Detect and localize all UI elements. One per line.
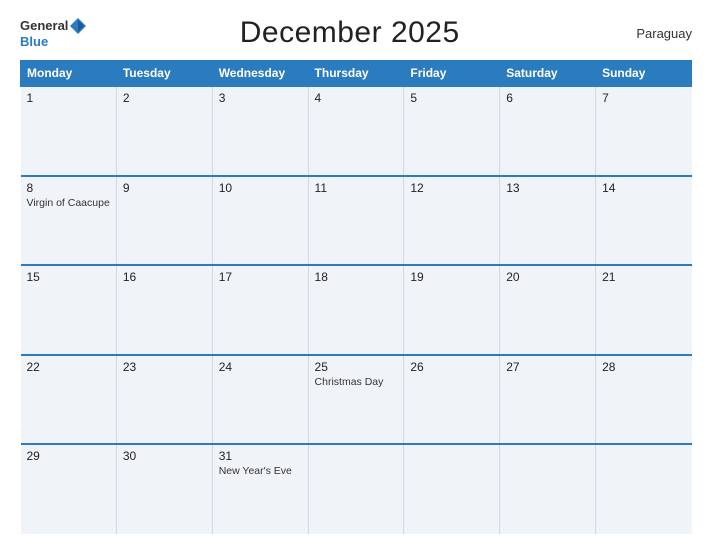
calendar-header-row: Monday Tuesday Wednesday Thursday Friday… <box>21 61 692 87</box>
col-thursday: Thursday <box>308 61 404 87</box>
day-number: 31 <box>219 449 302 463</box>
day-cell-w2-d5: 12 <box>404 176 500 266</box>
day-cell-w2-d6: 13 <box>500 176 596 266</box>
day-number: 8 <box>27 181 110 195</box>
day-cell-w3-d2: 16 <box>116 265 212 355</box>
event-label: Christmas Day <box>315 376 398 388</box>
day-cell-w2-d4: 11 <box>308 176 404 266</box>
day-number: 14 <box>602 181 685 195</box>
col-tuesday: Tuesday <box>116 61 212 87</box>
day-number: 23 <box>123 360 206 374</box>
day-cell-w5-d1: 29 <box>21 444 117 534</box>
week-row-5: 29 30 31 New Year's Eve <box>21 444 692 534</box>
week-row-4: 22 23 24 25 Christmas Day 26 27 28 <box>21 355 692 445</box>
calendar-title: December 2025 <box>87 16 612 50</box>
col-friday: Friday <box>404 61 500 87</box>
day-cell-w1-d2: 2 <box>116 86 212 176</box>
day-number: 29 <box>27 449 110 463</box>
day-number: 2 <box>123 91 206 105</box>
day-cell-w1-d1: 1 <box>21 86 117 176</box>
day-cell-w4-d3: 24 <box>212 355 308 445</box>
calendar-page: General Blue December 2025 Paraguay Mond… <box>0 0 712 550</box>
day-number: 1 <box>27 91 110 105</box>
day-cell-w3-d1: 15 <box>21 265 117 355</box>
day-cell-w1-d4: 4 <box>308 86 404 176</box>
day-cell-w4-d4: 25 Christmas Day <box>308 355 404 445</box>
day-number: 20 <box>506 270 589 284</box>
day-cell-w5-d6 <box>500 444 596 534</box>
logo-flag-icon <box>69 17 87 35</box>
calendar-table: Monday Tuesday Wednesday Thursday Friday… <box>20 60 692 534</box>
event-label: Virgin of Caacupe <box>27 197 110 209</box>
day-number: 10 <box>219 181 302 195</box>
week-row-1: 1234567 <box>21 86 692 176</box>
week-row-2: 8 Virgin of Caacupe 9 10 11 12 13 14 <box>21 176 692 266</box>
day-number: 7 <box>602 91 685 105</box>
day-number: 16 <box>123 270 206 284</box>
day-number: 12 <box>410 181 493 195</box>
col-wednesday: Wednesday <box>212 61 308 87</box>
day-cell-w2-d1: 8 Virgin of Caacupe <box>21 176 117 266</box>
day-cell-w3-d6: 20 <box>500 265 596 355</box>
day-cell-w1-d7: 7 <box>596 86 692 176</box>
day-cell-w2-d3: 10 <box>212 176 308 266</box>
day-cell-w1-d3: 3 <box>212 86 308 176</box>
logo: General Blue <box>20 17 87 49</box>
day-cell-w5-d2: 30 <box>116 444 212 534</box>
day-cell-w3-d3: 17 <box>212 265 308 355</box>
day-number: 27 <box>506 360 589 374</box>
day-cell-w4-d6: 27 <box>500 355 596 445</box>
day-number: 26 <box>410 360 493 374</box>
day-number: 15 <box>27 270 110 284</box>
day-cell-w5-d5 <box>404 444 500 534</box>
day-cell-w3-d4: 18 <box>308 265 404 355</box>
day-number: 30 <box>123 449 206 463</box>
day-number: 21 <box>602 270 685 284</box>
day-number: 6 <box>506 91 589 105</box>
col-saturday: Saturday <box>500 61 596 87</box>
day-number: 3 <box>219 91 302 105</box>
event-label: New Year's Eve <box>219 465 302 477</box>
day-cell-w4-d1: 22 <box>21 355 117 445</box>
day-cell-w5-d4 <box>308 444 404 534</box>
calendar-header: General Blue December 2025 Paraguay <box>20 16 692 50</box>
day-number: 5 <box>410 91 493 105</box>
week-row-3: 15 16 17 18 19 20 21 <box>21 265 692 355</box>
calendar-title-block: December 2025 <box>87 16 612 50</box>
day-number: 19 <box>410 270 493 284</box>
day-number: 25 <box>315 360 398 374</box>
day-cell-w4-d7: 28 <box>596 355 692 445</box>
logo-general-text: General <box>20 19 68 33</box>
day-cell-w2-d7: 14 <box>596 176 692 266</box>
day-number: 4 <box>315 91 398 105</box>
day-cell-w1-d6: 6 <box>500 86 596 176</box>
day-number: 9 <box>123 181 206 195</box>
day-cell-w5-d3: 31 New Year's Eve <box>212 444 308 534</box>
day-number: 22 <box>27 360 110 374</box>
day-cell-w3-d7: 21 <box>596 265 692 355</box>
day-number: 24 <box>219 360 302 374</box>
day-cell-w1-d5: 5 <box>404 86 500 176</box>
day-number: 13 <box>506 181 589 195</box>
day-number: 18 <box>315 270 398 284</box>
logo-blue-text: Blue <box>20 35 87 49</box>
day-cell-w5-d7 <box>596 444 692 534</box>
day-cell-w3-d5: 19 <box>404 265 500 355</box>
country-label: Paraguay <box>612 26 692 41</box>
day-cell-w2-d2: 9 <box>116 176 212 266</box>
col-sunday: Sunday <box>596 61 692 87</box>
col-monday: Monday <box>21 61 117 87</box>
day-number: 17 <box>219 270 302 284</box>
day-cell-w4-d5: 26 <box>404 355 500 445</box>
day-number: 11 <box>315 181 398 195</box>
day-cell-w4-d2: 23 <box>116 355 212 445</box>
day-number: 28 <box>602 360 685 374</box>
